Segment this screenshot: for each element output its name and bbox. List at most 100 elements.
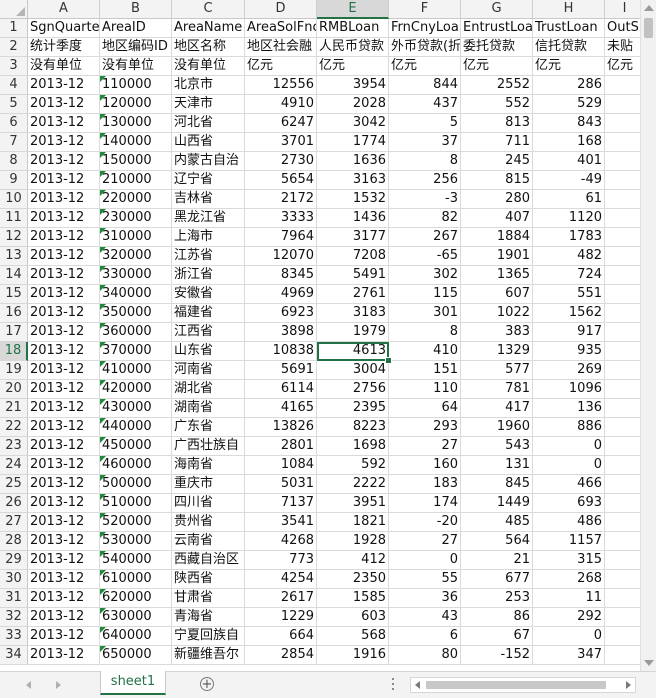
cell-d8[interactable]: 2730: [245, 152, 317, 171]
cell-d15[interactable]: 4969: [245, 285, 317, 304]
cell-d12[interactable]: 7964: [245, 228, 317, 247]
cell-i8[interactable]: [605, 152, 645, 171]
cell-i18[interactable]: [605, 342, 645, 361]
cell-h15[interactable]: 551: [533, 285, 605, 304]
cell-h32[interactable]: 292: [533, 608, 605, 627]
cell-d1[interactable]: AreaSolFnc: [245, 19, 317, 38]
column-header-a[interactable]: A: [28, 0, 100, 19]
cell-g18[interactable]: 1329: [461, 342, 533, 361]
cell-b15[interactable]: 340000: [100, 285, 172, 304]
cell-h23[interactable]: 0: [533, 437, 605, 456]
cell-f17[interactable]: 8: [389, 323, 461, 342]
row-header[interactable]: 6: [0, 114, 28, 133]
column-header-e[interactable]: E: [317, 0, 389, 19]
cell-a13[interactable]: 2013-12: [28, 247, 100, 266]
cell-e24[interactable]: 592: [317, 456, 389, 475]
cell-e16[interactable]: 3183: [317, 304, 389, 323]
cell-d19[interactable]: 5691: [245, 361, 317, 380]
cell-f31[interactable]: 36: [389, 589, 461, 608]
cell-h13[interactable]: 482: [533, 247, 605, 266]
cell-b17[interactable]: 360000: [100, 323, 172, 342]
cell-g24[interactable]: 131: [461, 456, 533, 475]
cell-e25[interactable]: 2222: [317, 475, 389, 494]
cell-f5[interactable]: 437: [389, 95, 461, 114]
cell-f22[interactable]: 293: [389, 418, 461, 437]
cell-g20[interactable]: 781: [461, 380, 533, 399]
cell-e28[interactable]: 1928: [317, 532, 389, 551]
cell-f24[interactable]: 160: [389, 456, 461, 475]
cell-i13[interactable]: [605, 247, 645, 266]
cell-a5[interactable]: 2013-12: [28, 95, 100, 114]
cell-c16[interactable]: 福建省: [172, 304, 245, 323]
cell-c10[interactable]: 吉林省: [172, 190, 245, 209]
cell-a8[interactable]: 2013-12: [28, 152, 100, 171]
cell-c27[interactable]: 贵州省: [172, 513, 245, 532]
cell-a10[interactable]: 2013-12: [28, 190, 100, 209]
row-header[interactable]: 13: [0, 247, 28, 266]
cell-f9[interactable]: 256: [389, 171, 461, 190]
cell-g26[interactable]: 1449: [461, 494, 533, 513]
cell-e32[interactable]: 603: [317, 608, 389, 627]
cell-a7[interactable]: 2013-12: [28, 133, 100, 152]
cell-d22[interactable]: 13826: [245, 418, 317, 437]
cell-b26[interactable]: 510000: [100, 494, 172, 513]
row-header[interactable]: 17: [0, 323, 28, 342]
row-header[interactable]: 19: [0, 361, 28, 380]
cell-c12[interactable]: 上海市: [172, 228, 245, 247]
cell-b22[interactable]: 440000: [100, 418, 172, 437]
cell-a33[interactable]: 2013-12: [28, 627, 100, 646]
cell-g33[interactable]: 67: [461, 627, 533, 646]
row-header[interactable]: 12: [0, 228, 28, 247]
cell-f32[interactable]: 43: [389, 608, 461, 627]
cell-d27[interactable]: 3541: [245, 513, 317, 532]
cell-a1[interactable]: SgnQuarter: [28, 19, 100, 38]
row-header[interactable]: 30: [0, 570, 28, 589]
cell-c8[interactable]: 内蒙古自治: [172, 152, 245, 171]
cell-b20[interactable]: 420000: [100, 380, 172, 399]
cell-i2[interactable]: 未贴: [605, 38, 645, 57]
cell-f25[interactable]: 183: [389, 475, 461, 494]
cell-i28[interactable]: [605, 532, 645, 551]
cell-a29[interactable]: 2013-12: [28, 551, 100, 570]
cell-e1[interactable]: RMBLoan: [317, 19, 389, 38]
cell-h5[interactable]: 529: [533, 95, 605, 114]
cell-d16[interactable]: 6923: [245, 304, 317, 323]
cell-i23[interactable]: [605, 437, 645, 456]
cell-d23[interactable]: 2801: [245, 437, 317, 456]
tab-splitter-handle[interactable]: [392, 678, 394, 692]
row-header[interactable]: 18: [0, 342, 28, 361]
cell-h34[interactable]: 347: [533, 646, 605, 665]
cell-f1[interactable]: FrnCnyLoan: [389, 19, 461, 38]
cell-b30[interactable]: 610000: [100, 570, 172, 589]
cell-a30[interactable]: 2013-12: [28, 570, 100, 589]
cell-h21[interactable]: 136: [533, 399, 605, 418]
cell-b32[interactable]: 630000: [100, 608, 172, 627]
cell-d21[interactable]: 4165: [245, 399, 317, 418]
cell-i32[interactable]: [605, 608, 645, 627]
cell-d2[interactable]: 地区社会融: [245, 38, 317, 57]
cell-g2[interactable]: 委托贷款: [461, 38, 533, 57]
cell-b2[interactable]: 地区编码ID: [100, 38, 172, 57]
cell-c14[interactable]: 浙江省: [172, 266, 245, 285]
cell-b10[interactable]: 220000: [100, 190, 172, 209]
cell-h17[interactable]: 917: [533, 323, 605, 342]
cell-e33[interactable]: 568: [317, 627, 389, 646]
cell-f13[interactable]: -65: [389, 247, 461, 266]
cell-b27[interactable]: 520000: [100, 513, 172, 532]
cell-d31[interactable]: 2617: [245, 589, 317, 608]
cell-i21[interactable]: [605, 399, 645, 418]
cell-h24[interactable]: 0: [533, 456, 605, 475]
cell-h1[interactable]: TrustLoan: [533, 19, 605, 38]
cell-g6[interactable]: 813: [461, 114, 533, 133]
cell-i17[interactable]: [605, 323, 645, 342]
cell-a18[interactable]: 2013-12: [28, 342, 100, 361]
cell-a14[interactable]: 2013-12: [28, 266, 100, 285]
horizontal-scrollbar[interactable]: [410, 677, 636, 693]
cell-g34[interactable]: -152: [461, 646, 533, 665]
column-header-c[interactable]: C: [172, 0, 245, 19]
cell-g23[interactable]: 543: [461, 437, 533, 456]
cell-b3[interactable]: 没有单位: [100, 57, 172, 76]
cell-i15[interactable]: [605, 285, 645, 304]
cell-g12[interactable]: 1884: [461, 228, 533, 247]
cell-b33[interactable]: 640000: [100, 627, 172, 646]
